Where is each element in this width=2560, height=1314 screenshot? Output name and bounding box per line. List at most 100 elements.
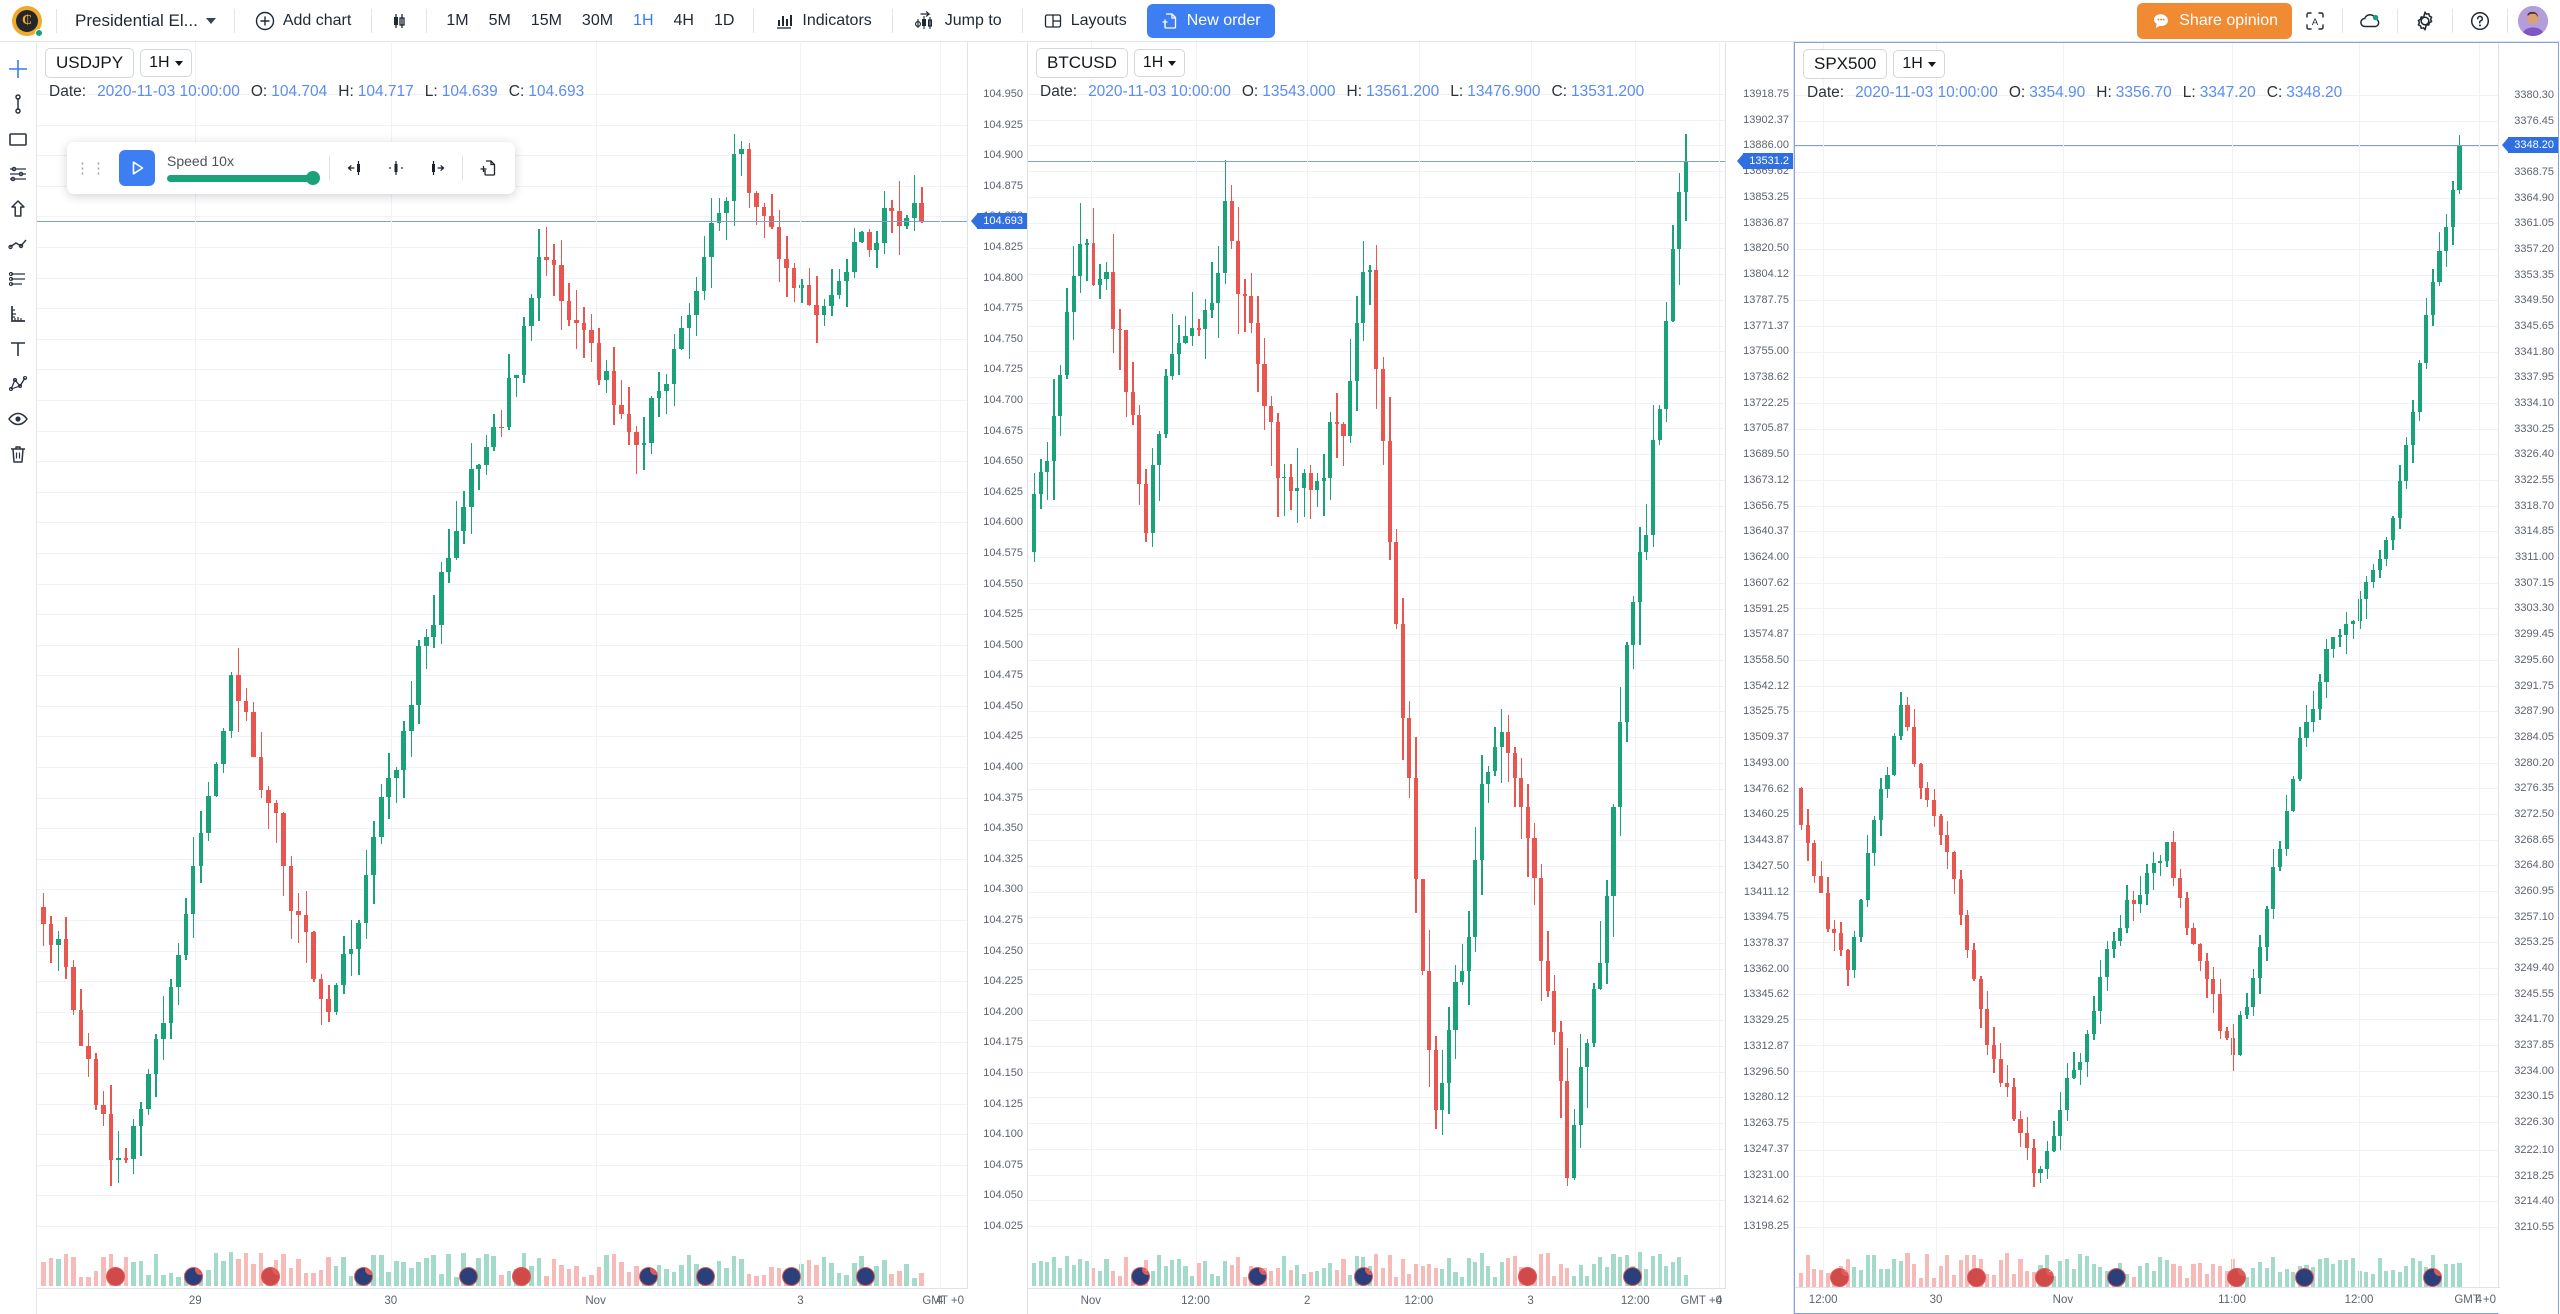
jump-to-button[interactable]: Jump to — [903, 6, 1012, 36]
layouts-button[interactable]: Layouts — [1033, 6, 1137, 36]
candle-body — [266, 789, 271, 804]
arrow-up-tool[interactable] — [2, 192, 35, 225]
cloud-sync-button[interactable] — [2353, 4, 2387, 38]
help-button[interactable] — [2463, 4, 2497, 38]
text-recognition-button[interactable]: A — [2298, 4, 2332, 38]
replay-toolbar[interactable]: ⋮⋮ Speed 10x — [67, 142, 515, 194]
crosshair-tool[interactable] — [2, 52, 35, 85]
share-opinion-button[interactable]: Share opinion — [2137, 2, 2292, 39]
candlestick-plot-btcusd[interactable]: 2 1 2 — [1028, 42, 1726, 1288]
economic-event-marker[interactable]: 4 — [353, 1267, 373, 1286]
current-bar-button[interactable] — [382, 154, 410, 182]
pattern-tool[interactable] — [2, 367, 35, 400]
economic-event-marker[interactable] — [856, 1267, 876, 1286]
vertical-line-tool[interactable] — [2, 87, 35, 120]
play-button[interactable] — [119, 150, 155, 186]
economic-event-marker[interactable]: 4 — [260, 1267, 280, 1286]
volume-bar — [814, 1264, 819, 1286]
economic-event-marker[interactable]: 2 — [1130, 1267, 1150, 1286]
measure-tool[interactable] — [2, 297, 35, 330]
candle-body — [2444, 226, 2449, 251]
economic-event-marker[interactable]: 3 — [2423, 1268, 2443, 1287]
economic-event-marker[interactable]: 4 — [183, 1267, 203, 1286]
economic-event-marker[interactable] — [1518, 1267, 1538, 1286]
settings-button[interactable] — [2408, 4, 2442, 38]
symbol-selector-spx500[interactable]: SPX500 — [1803, 49, 1888, 79]
speed-control[interactable]: Speed 10x — [167, 153, 320, 185]
economic-event-marker[interactable] — [511, 1267, 531, 1286]
drag-handle[interactable]: ⋮⋮ — [75, 161, 107, 176]
symbol-selector-usdjpy[interactable]: USDJPY — [45, 48, 135, 78]
price-axis-btcusd[interactable]: 13918.75 13902.37 13886.00 13869.62 13853.25… — [1725, 42, 1793, 1314]
high-value: 13561.200 — [1366, 83, 1440, 100]
candlestick-plot-usdjpy[interactable]: 4 4 4 3 — [37, 42, 968, 1288]
jump-to-bar-button[interactable] — [475, 154, 503, 182]
economic-event-marker[interactable] — [458, 1267, 478, 1286]
economic-event-marker[interactable]: 4 — [2226, 1268, 2246, 1287]
economic-event-marker[interactable] — [106, 1267, 126, 1286]
new-order-button[interactable]: New order — [1146, 3, 1275, 38]
economic-event-marker[interactable]: 2 — [1353, 1267, 1373, 1286]
timeframe-selector-spx500[interactable]: 1H — [1893, 50, 1945, 78]
volume-bar — [769, 1267, 774, 1286]
time-axis-usdjpy[interactable]: 29 30 Nov 3 4 GMT +0 — [37, 1288, 968, 1314]
volume-bar — [123, 1257, 129, 1286]
price-tick: 13378.37 — [1743, 937, 1789, 949]
economic-event-marker[interactable] — [2107, 1268, 2127, 1287]
candle-body — [1137, 414, 1142, 485]
economic-event-marker[interactable] — [695, 1267, 715, 1286]
economic-event-marker[interactable] — [1622, 1267, 1642, 1286]
slider-knob[interactable] — [306, 171, 320, 185]
timeframe-15m[interactable]: 15M — [522, 7, 571, 35]
chart-panel-btcusd[interactable]: BTCUSD 1H Date: 2020-11-03 10:00:00 O: 1… — [1028, 42, 1794, 1314]
timeframe-1d[interactable]: 1D — [705, 7, 743, 35]
price-axis-spx500[interactable]: 3380.303376.453372.603368.753364.903361.… — [2498, 43, 2558, 1314]
visibility-tool[interactable] — [2, 402, 35, 435]
step-forward-button[interactable] — [422, 154, 450, 182]
chart-panel-spx500[interactable]: SPX500 1H Date: 2020-11-03 10:00:00 O: 3… — [1794, 42, 2559, 1314]
step-back-button[interactable] — [342, 154, 370, 182]
fibonacci-tool[interactable] — [2, 157, 35, 190]
text-tool[interactable] — [2, 332, 35, 365]
delete-tool[interactable] — [2, 437, 35, 470]
parallel-channel-tool[interactable] — [2, 262, 35, 295]
candle-body — [483, 446, 489, 466]
volume-bar — [1334, 1270, 1339, 1286]
time-axis-btcusd[interactable]: Nov 12:00 2 12:00 3 12:00 4 GMT +0 — [1028, 1288, 1726, 1314]
app-logo[interactable]: ₵ — [12, 5, 43, 37]
timeframe-selector-usdjpy[interactable]: 1H — [140, 49, 192, 77]
layout-selector[interactable]: Presidential El... — [67, 7, 224, 35]
timeframe-selector-btcusd[interactable]: 1H — [1133, 49, 1186, 77]
economic-event-marker[interactable]: 1 — [1829, 1268, 1849, 1287]
volume-bar — [1288, 1270, 1293, 1286]
timeframe-1m[interactable]: 1M — [437, 7, 477, 35]
timeframe-4h[interactable]: 4H — [665, 7, 703, 35]
candle-body — [649, 398, 654, 443]
timeframe-1h[interactable]: 1H — [624, 7, 662, 35]
rectangle-tool[interactable] — [2, 122, 35, 155]
price-axis-usdjpy[interactable]: 104.950104.925104.900104.875104.850104.8… — [967, 42, 1027, 1314]
grid-line — [37, 950, 968, 952]
volume-bar — [1315, 1270, 1320, 1286]
timeframe-30m[interactable]: 30M — [573, 7, 622, 35]
time-axis-spx500[interactable]: 12:00 30 Nov 11:00 12:00 4 GMT +0 — [1795, 1287, 2500, 1313]
speed-slider[interactable] — [167, 171, 320, 185]
symbol-selector-btcusd[interactable]: BTCUSD — [1036, 48, 1128, 78]
user-avatar[interactable] — [2518, 5, 2548, 36]
add-chart-button[interactable]: Add chart — [245, 6, 361, 36]
chart-type-button[interactable] — [382, 4, 416, 38]
economic-event-marker[interactable]: 3 — [639, 1267, 659, 1286]
economic-event-marker[interactable]: 1 — [1247, 1267, 1267, 1286]
event-count-badge: 2 — [1141, 1268, 1149, 1275]
economic-event-marker[interactable]: 2 — [2034, 1268, 2054, 1287]
trend-line-tool[interactable] — [2, 227, 35, 260]
grid-line — [1028, 557, 1726, 559]
indicators-button[interactable]: Indicators — [764, 6, 881, 36]
timeframe-5m[interactable]: 5M — [480, 7, 520, 35]
economic-event-marker[interactable] — [1967, 1268, 1987, 1287]
chart-panel-usdjpy[interactable]: USDJPY 1H Date: 2020-11-03 10:00:00 O: 1… — [37, 42, 1028, 1314]
low-label: L: — [424, 83, 438, 100]
divider — [462, 155, 463, 181]
candlestick-plot-spx500[interactable]: 1 2 4 3 — [1795, 43, 2500, 1289]
candle-body — [378, 797, 384, 838]
